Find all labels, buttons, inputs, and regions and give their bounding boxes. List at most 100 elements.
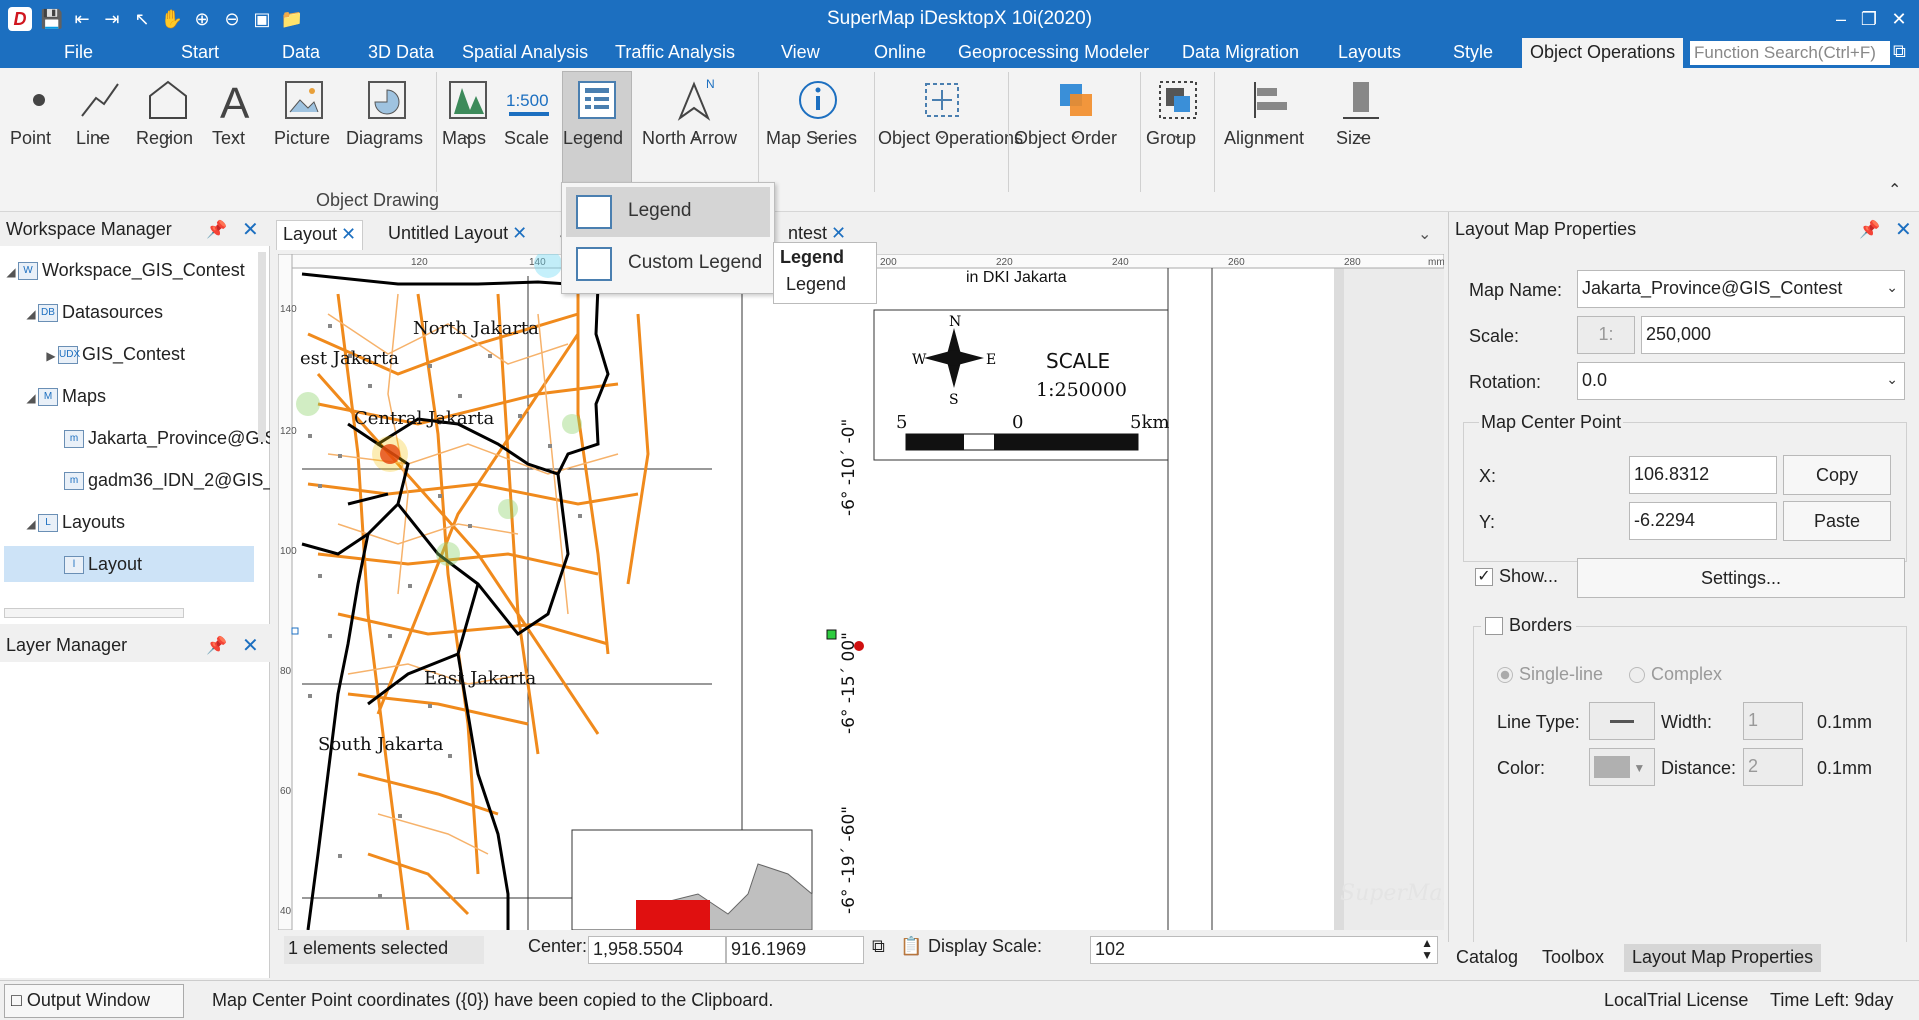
restore-button[interactable]: ❐ — [1856, 6, 1882, 32]
menu-object-operations[interactable]: Object Operations — [1522, 38, 1684, 68]
single-line-radio[interactable]: Single-line — [1497, 664, 1603, 685]
alignment-button[interactable]: Alignment ⌄ — [1224, 76, 1318, 148]
center-y-field[interactable]: 916.1969 — [726, 936, 864, 964]
center-x-input[interactable]: 106.8312 — [1629, 456, 1777, 494]
close-icon[interactable]: ✕ — [1895, 217, 1912, 242]
map-name-select[interactable]: Jakarta_Province@GIS_Contest ⌄ — [1577, 270, 1905, 308]
menu-spatial-analysis[interactable]: Spatial Analysis — [462, 42, 588, 63]
close-window-button[interactable]: ✕ — [1886, 6, 1912, 32]
svg-text:E: E — [986, 352, 996, 368]
layout-canvas[interactable]: 120 140 200 220 240 260 280 mm 140 120 1… — [278, 254, 1444, 930]
tree-workspace[interactable]: ◢ W Workspace_GIS_Contest — [4, 252, 245, 288]
line-button[interactable]: Line ⌄ — [76, 76, 124, 148]
center-x-field[interactable]: 1,958.5504 — [588, 936, 726, 964]
diagrams-button[interactable]: Diagrams — [346, 76, 428, 148]
close-icon[interactable]: ✕ — [242, 217, 259, 242]
borders-checkbox[interactable]: Borders — [1481, 615, 1577, 636]
menu-data[interactable]: Data — [282, 42, 320, 63]
maps-button[interactable]: Maps ⌄ — [442, 76, 494, 148]
copy-button[interactable]: Copy — [1783, 455, 1891, 495]
custom-legend-menu-item[interactable]: Custom Legend — [566, 239, 770, 289]
inset-map[interactable] — [571, 829, 813, 930]
rotation-select[interactable]: 0.0 ⌄ — [1577, 362, 1905, 400]
tab-layout[interactable]: Layout ✕ — [276, 220, 364, 250]
picture-button[interactable]: Picture — [274, 76, 334, 148]
collapse-triangle-icon[interactable]: ◢ — [24, 296, 38, 332]
collapse-triangle-icon[interactable]: ◢ — [24, 506, 38, 542]
map-label-east-jakarta: East Jakarta — [424, 668, 536, 689]
display-scale-field[interactable]: 102 ▲ ▼ — [1090, 936, 1438, 964]
text-button[interactable]: A Text ⌄ — [212, 76, 258, 148]
output-window-button[interactable]: □ Output Window — [4, 984, 184, 1018]
region-button[interactable]: Region ⌄ — [136, 76, 200, 148]
tree-layout[interactable]: l Layout — [4, 546, 254, 582]
rotation-handle[interactable] — [854, 641, 864, 651]
collapse-triangle-icon[interactable]: ◢ — [24, 380, 38, 416]
vertical-scrollbar[interactable] — [258, 252, 266, 442]
tree-map-gadm[interactable]: mgadm36_IDN_2@GIS_Contest — [64, 462, 270, 498]
expand-triangle-icon[interactable]: ▶ — [44, 338, 58, 374]
pin-icon[interactable]: 📌 — [1859, 220, 1880, 240]
menu-traffic-analysis[interactable]: Traffic Analysis — [615, 42, 735, 63]
ruler-label: 280 — [1344, 257, 1361, 268]
collapse-ribbon-icon[interactable]: ⌃ — [1888, 180, 1901, 200]
distance-input[interactable]: 2 — [1743, 748, 1803, 786]
selection-handle[interactable] — [826, 629, 837, 640]
complex-radio[interactable]: Complex — [1629, 664, 1722, 685]
function-search-input[interactable]: Function Search(Ctrl+F) — [1690, 41, 1890, 65]
menu-view[interactable]: View — [781, 42, 820, 63]
width-input[interactable]: 1 — [1743, 702, 1803, 740]
map-series-button[interactable]: Map Series ⌄ — [766, 76, 870, 148]
tab-catalog[interactable]: Catalog — [1448, 944, 1526, 972]
close-tab-icon[interactable]: ✕ — [831, 223, 846, 243]
show-checkbox[interactable]: ✓ Show... — [1475, 566, 1558, 587]
settings-button[interactable]: Settings... — [1577, 558, 1905, 598]
map-frame[interactable]: North Jakarta est Jakarta Central Jakart… — [296, 254, 743, 930]
tab-list-chevron-icon[interactable]: ⌄ — [1418, 224, 1431, 244]
tree-map-jakarta[interactable]: mJakarta_Province@GIS_Contest — [64, 420, 270, 456]
spinner-icon[interactable]: ▲ ▼ — [1421, 937, 1433, 961]
scale-input[interactable]: 250,000 — [1641, 316, 1905, 354]
scale-button[interactable]: 1:500 Scale — [504, 76, 554, 148]
menu-file[interactable]: File — [64, 42, 93, 63]
tab-untitled-layout[interactable]: Untitled Layout ✕ — [382, 220, 533, 250]
pin-icon[interactable]: 📌 — [206, 636, 227, 656]
menu-layouts[interactable]: Layouts — [1338, 42, 1401, 63]
close-tab-icon[interactable]: ✕ — [341, 224, 356, 244]
tab-toolbox[interactable]: Toolbox — [1534, 944, 1612, 972]
object-operations-button[interactable]: Object Operations ⌄ — [878, 76, 1023, 148]
legend-button[interactable]: Legend ⌄ — [562, 71, 632, 185]
menu-style[interactable]: Style — [1453, 42, 1493, 63]
menu-online[interactable]: Online — [874, 42, 926, 63]
north-arrow-button[interactable]: N North Arrow ⌄ — [642, 76, 750, 148]
tab-layout-map-properties[interactable]: Layout Map Properties — [1624, 944, 1822, 972]
pin-icon[interactable]: 📌 — [206, 220, 227, 240]
panel-title: Workspace Manager — [6, 219, 172, 239]
tree-maps[interactable]: ◢ M Maps — [24, 378, 106, 414]
expand-icon[interactable]: ⧉ — [1893, 41, 1915, 65]
object-order-button[interactable]: Object Order ⌄ — [1014, 76, 1138, 148]
tree-datasources[interactable]: ◢ DB Datasources — [24, 294, 163, 330]
paste-button[interactable]: Paste — [1783, 501, 1891, 541]
tree-gis-contest[interactable]: ▶ UDX GIS_Contest — [44, 336, 185, 372]
menu-data-migration[interactable]: Data Migration — [1182, 42, 1299, 63]
point-button[interactable]: Point — [10, 76, 68, 148]
close-icon[interactable]: ✕ — [242, 633, 259, 658]
close-tab-icon[interactable]: ✕ — [512, 223, 527, 243]
layer-manager-panel: Layer Manager 📌 ✕ — [0, 628, 270, 978]
minimize-button[interactable]: – — [1828, 6, 1854, 32]
menu-3d-data[interactable]: 3D Data — [368, 42, 434, 63]
menu-start[interactable]: Start — [181, 42, 219, 63]
line-type-select[interactable] — [1589, 702, 1655, 740]
menu-geoprocessing-modeler[interactable]: Geoprocessing Modeler — [958, 42, 1149, 63]
group-button[interactable]: Group ⌄ — [1146, 76, 1210, 148]
color-picker[interactable]: ▼ — [1589, 748, 1655, 786]
center-y-input[interactable]: -6.2294 — [1629, 502, 1777, 540]
paste-coordinates-icon[interactable]: 📋 — [900, 936, 922, 964]
collapse-triangle-icon[interactable]: ◢ — [4, 254, 18, 290]
size-button[interactable]: Size ⌄ — [1336, 76, 1386, 148]
copy-coordinates-icon[interactable]: ⧉ — [872, 936, 885, 964]
legend-menu-item[interactable]: Legend — [566, 187, 770, 237]
horizontal-scrollbar[interactable] — [4, 608, 184, 618]
tree-layouts[interactable]: ◢ L Layouts — [24, 504, 125, 540]
